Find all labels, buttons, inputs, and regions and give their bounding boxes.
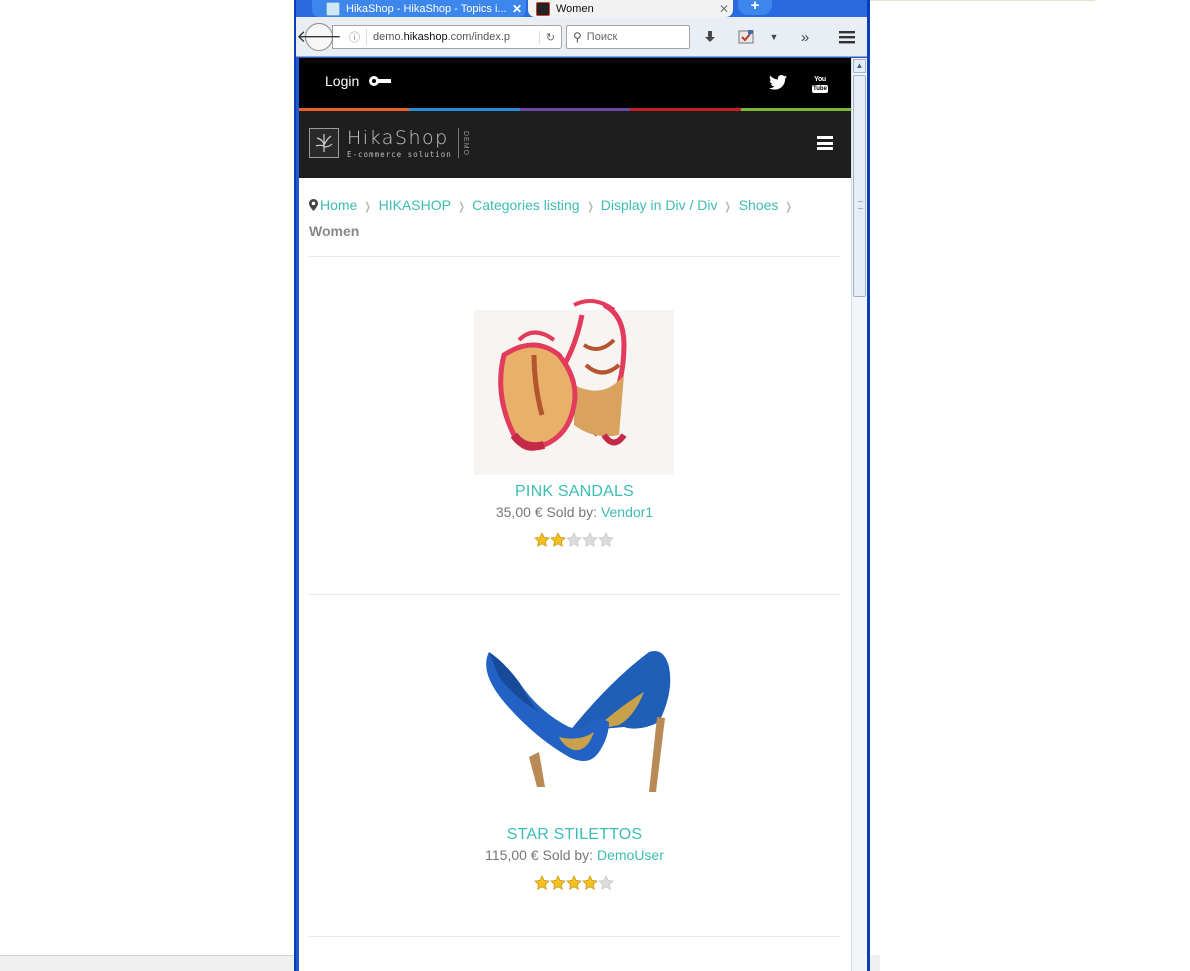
back-button[interactable]: 🡐: [296, 23, 342, 51]
star-filled-icon[interactable]: [550, 532, 566, 548]
product-price-line: 35,00 € Sold by: Vendor1: [309, 504, 840, 520]
star-filled-icon[interactable]: [582, 875, 598, 891]
reload-icon[interactable]: ↻: [539, 30, 561, 44]
joomla-favicon-icon: [536, 1, 550, 16]
site-menu-toggle[interactable]: [817, 136, 833, 150]
hikashop-logo-mark-icon: [309, 128, 339, 158]
product-price-line: 115,00 € Sold by: DemoUser: [309, 847, 840, 863]
product-card: STAR STILETTOS 115,00 € Sold by: DemoUse…: [309, 616, 840, 936]
star-empty-icon[interactable]: [582, 532, 598, 548]
breadcrumb-separator-icon: ❯: [364, 201, 372, 213]
scroll-up-icon[interactable]: ▲: [853, 59, 866, 73]
divider: [309, 594, 840, 595]
tab-hikashop-forum[interactable]: HikaShop - HikaShop - Topics i... ✕: [312, 0, 526, 17]
breadcrumb: Home ❯ HIKASHOP ❯ Categories listing ❯ Display…: [309, 193, 840, 243]
web-page: Login You Tube HikaShop E-commerce solut…: [299, 58, 851, 971]
scrollbar-thumb[interactable]: [853, 75, 866, 297]
pink-sandals-image[interactable]: [474, 285, 674, 475]
divider: [309, 256, 840, 257]
star-filled-icon[interactable]: [550, 875, 566, 891]
product-card: PINK SANDALS 35,00 € Sold by: Vendor1: [309, 280, 840, 580]
login-label: Login: [325, 73, 360, 89]
navigation-toolbar: ⓘ demo.hikashop.com/index.p ↻ 🡐 ⚲ Поиск …: [296, 17, 867, 57]
star-empty-icon[interactable]: [598, 532, 614, 548]
product-rating[interactable]: [534, 532, 616, 548]
product-name-link[interactable]: PINK SANDALS: [309, 483, 840, 501]
breadcrumb-home[interactable]: Home: [320, 197, 357, 213]
desktop-background-line: [870, 0, 1095, 1]
sold-by-label: Sold by:: [542, 847, 594, 863]
tab-title: Women: [556, 2, 594, 15]
star-filled-icon[interactable]: [534, 875, 550, 891]
logo-name: HikaShop: [347, 127, 449, 149]
back-arrow-icon: 🡐: [296, 27, 342, 46]
info-icon[interactable]: ⓘ: [343, 29, 367, 45]
breadcrumb-separator-icon: ❯: [458, 201, 465, 213]
star-filled-icon[interactable]: [566, 875, 582, 891]
divider: [309, 936, 840, 937]
overflow-icon[interactable]: »: [795, 27, 815, 47]
tab-women[interactable]: Women ✕: [528, 0, 733, 17]
address-bar[interactable]: ⓘ demo.hikashop.com/index.p ↻: [332, 25, 562, 49]
tab-strip: HikaShop - HikaShop - Topics i... ✕ Wome…: [296, 0, 867, 17]
breadcrumb-separator-icon: ❯: [785, 201, 793, 213]
youtube-icon[interactable]: You Tube: [811, 76, 829, 94]
login-link[interactable]: Login: [325, 73, 393, 89]
vendor-link[interactable]: Vendor1: [601, 504, 653, 520]
url-suffix: .com/index.p: [447, 31, 510, 43]
site-topbar: Login You Tube: [299, 58, 851, 108]
location-pin-icon: [309, 199, 318, 211]
product-rating[interactable]: [534, 875, 616, 891]
url-text[interactable]: demo.hikashop.com/index.p: [367, 31, 539, 43]
vendor-link[interactable]: DemoUser: [597, 847, 664, 863]
logo-tagline: E-commerce solution: [347, 150, 452, 159]
product-name-link[interactable]: STAR STILETTOS: [309, 826, 840, 844]
youtube-you-text: You: [814, 76, 826, 83]
close-tab-icon[interactable]: ✕: [715, 2, 733, 16]
url-prefix: demo.: [373, 31, 404, 43]
breadcrumb-shoes[interactable]: Shoes: [739, 197, 779, 213]
tab-title: HikaShop - HikaShop - Topics i...: [346, 2, 507, 15]
download-icon[interactable]: [700, 27, 720, 47]
logo-demo-badge: DEMO: [457, 128, 469, 158]
youtube-tube-text: Tube: [812, 85, 828, 93]
vertical-scrollbar[interactable]: ▲: [851, 58, 867, 971]
pocket-icon[interactable]: [736, 27, 756, 47]
breadcrumb-display-div[interactable]: Display in Div / Div: [601, 197, 718, 213]
search-input[interactable]: ⚲ Поиск: [566, 25, 690, 49]
breadcrumb-separator-icon: ❯: [724, 201, 732, 213]
product-price: 35,00 €: [495, 504, 543, 520]
url-domain: hikashop: [403, 31, 448, 43]
new-tab-button[interactable]: +: [738, 0, 772, 15]
browser-window: HikaShop - HikaShop - Topics i... ✕ Wome…: [294, 0, 870, 971]
desktop-bottom-bar: [0, 955, 296, 971]
star-empty-icon[interactable]: [566, 532, 582, 548]
key-icon: [369, 76, 393, 86]
product-price: 115,00 €: [485, 847, 539, 863]
breadcrumb-separator-icon: ❯: [586, 201, 594, 213]
search-placeholder: Поиск: [586, 31, 618, 43]
dropdown-icon[interactable]: ▼: [764, 27, 784, 47]
blue-stilettos-image[interactable]: [459, 622, 689, 812]
sold-by-label: Sold by:: [546, 504, 598, 520]
breadcrumb-current: Women: [309, 223, 360, 239]
menu-icon[interactable]: [837, 27, 857, 47]
search-icon: ⚲: [573, 30, 582, 44]
star-empty-icon[interactable]: [598, 875, 614, 891]
logo-text: HikaShop E-commerce solution: [347, 128, 452, 159]
hikashop-logo[interactable]: HikaShop E-commerce solution DEMO: [309, 128, 469, 159]
star-filled-icon[interactable]: [534, 532, 550, 548]
breadcrumb-categories-listing[interactable]: Categories listing: [472, 197, 579, 213]
close-tab-icon[interactable]: ✕: [508, 2, 526, 16]
twitter-icon[interactable]: [769, 75, 787, 91]
breadcrumb-hikashop[interactable]: HIKASHOP: [379, 197, 451, 213]
site-header: HikaShop E-commerce solution DEMO: [299, 111, 851, 178]
hikashop-favicon-icon: [326, 1, 340, 16]
